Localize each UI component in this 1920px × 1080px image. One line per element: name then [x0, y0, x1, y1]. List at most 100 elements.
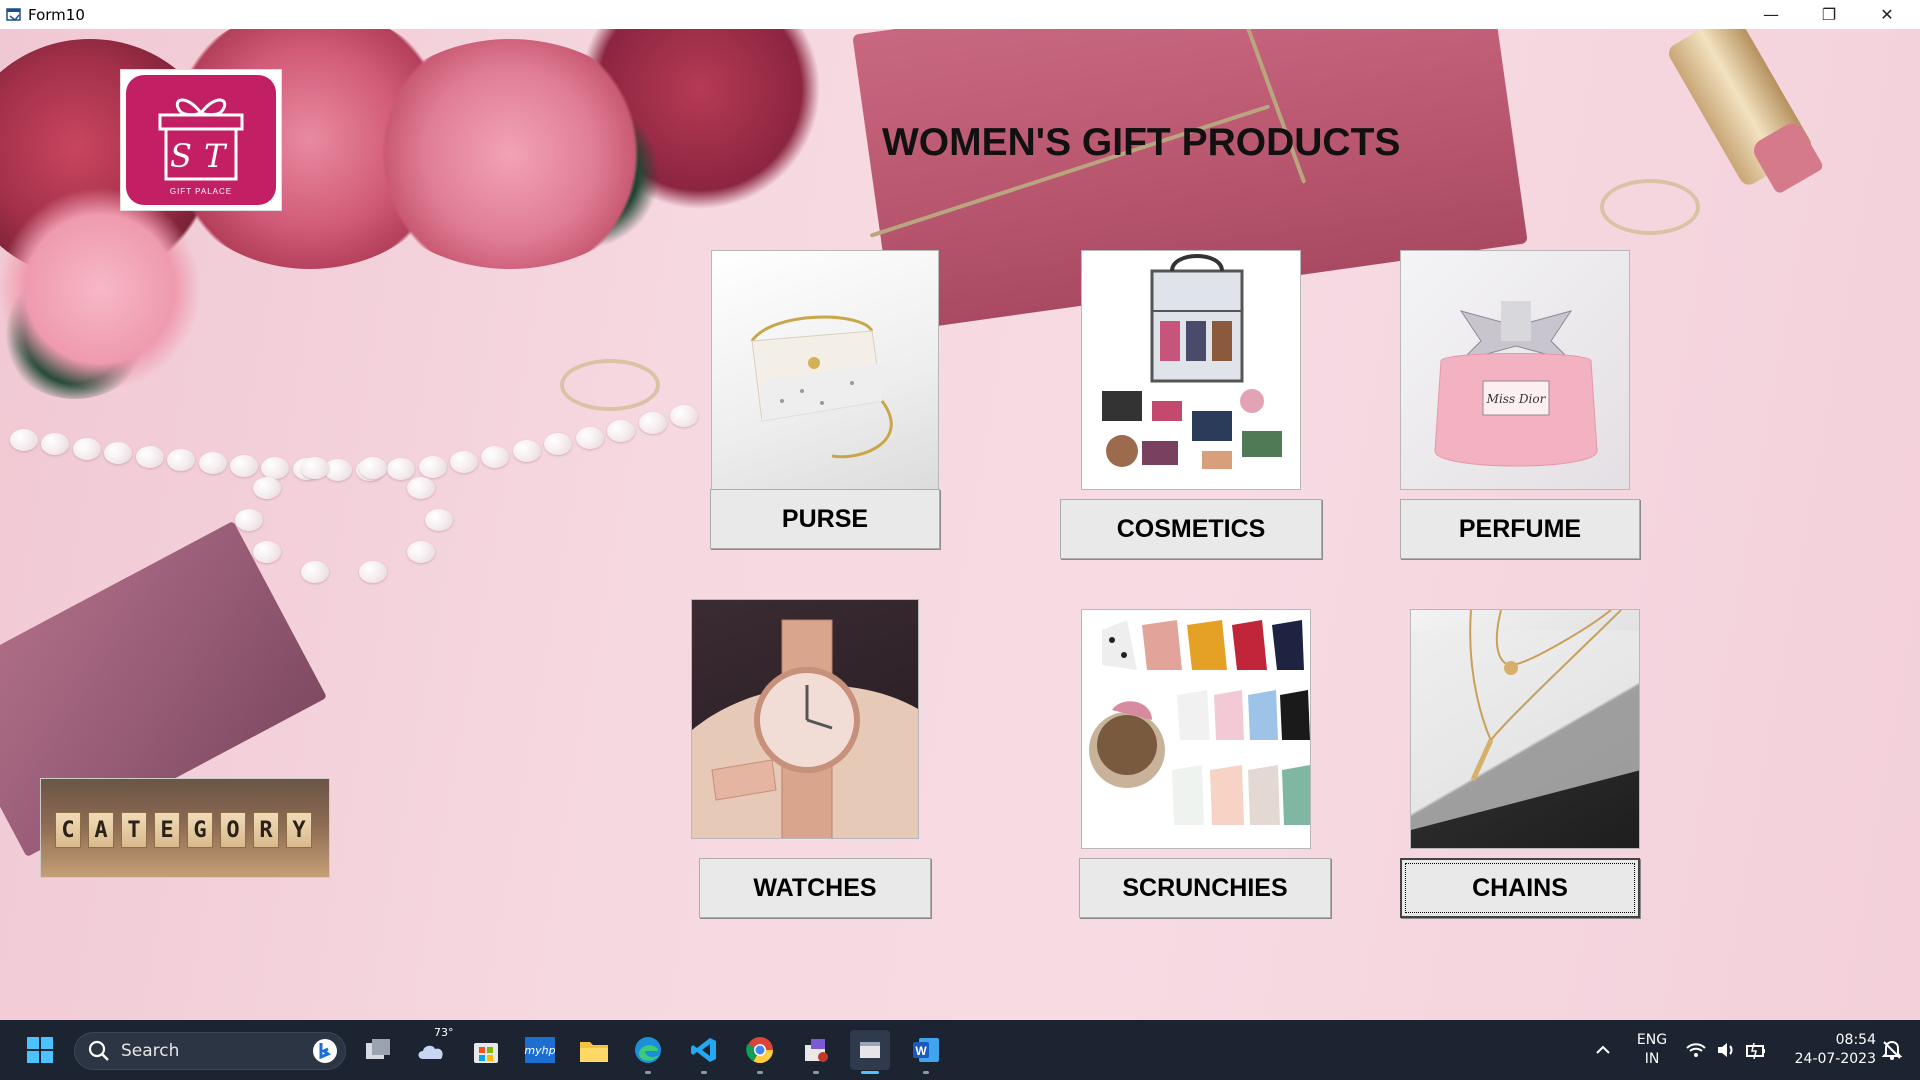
myhp-button[interactable]: myhp: [520, 1030, 560, 1070]
pearl-decoration: [359, 561, 388, 584]
category-letter-block: G: [187, 812, 213, 848]
start-button[interactable]: [20, 1030, 60, 1070]
logo-brand-text: GIFT PALACE: [169, 186, 233, 196]
restore-icon: ❐: [1821, 5, 1837, 24]
vscode-icon: [691, 1038, 716, 1062]
running-indicator: [701, 1071, 707, 1074]
network-sound-battery-group[interactable]: [1676, 1030, 1776, 1070]
file-explorer-icon: [580, 1042, 608, 1062]
taskbar: Search 73° myhp W ENG IN 08:54 24-07-202…: [0, 1020, 1920, 1080]
pearl-decoration: [387, 458, 416, 481]
pearl-decoration: [300, 456, 329, 479]
clock-time: 08:54: [1835, 1032, 1876, 1048]
pearl-decoration: [10, 429, 38, 451]
vscode-button[interactable]: [684, 1030, 724, 1074]
running-indicator: [923, 1071, 929, 1074]
file-explorer-button[interactable]: [574, 1030, 614, 1070]
taskbar-search-box[interactable]: Search: [74, 1032, 346, 1070]
chrome-icon: [746, 1037, 774, 1064]
watch-image[interactable]: [691, 599, 919, 839]
pearl-decoration: [425, 509, 453, 531]
pearl-decoration: [544, 433, 573, 456]
cosmetics-image[interactable]: [1081, 250, 1301, 490]
cosmetics-button[interactable]: COSMETICS: [1060, 499, 1322, 559]
clock[interactable]: 08:54 24-07-2023: [1780, 1031, 1876, 1069]
store-button[interactable]: [466, 1030, 506, 1070]
active-form-app-icon: [860, 1042, 880, 1058]
pearl-decoration: [450, 450, 478, 473]
pearl-decoration: [406, 476, 435, 499]
show-hidden-icons-button[interactable]: [1583, 1030, 1623, 1070]
watches-button[interactable]: WATCHES: [699, 858, 931, 918]
myhp-icon: myhp: [524, 1037, 556, 1063]
minimize-icon: —: [1763, 5, 1779, 24]
visual-studio-app-icon: [805, 1039, 828, 1062]
purse-button-label: PURSE: [781, 504, 869, 533]
category-letter-block: C: [55, 812, 81, 848]
word-button[interactable]: W: [906, 1030, 946, 1074]
gift-box-icon: S T: [158, 98, 244, 180]
pearl-decoration: [230, 454, 258, 477]
pearl-decoration: [261, 456, 290, 479]
category-letter-block: O: [220, 812, 246, 848]
notification-bell-icon: [1881, 1040, 1903, 1060]
pearl-decoration: [235, 509, 263, 531]
weather-widget[interactable]: 73°: [412, 1026, 454, 1070]
search-placeholder: Search: [121, 1041, 180, 1061]
pearl-decoration: [253, 476, 282, 499]
scrunchies-image[interactable]: [1081, 609, 1311, 849]
battery-icon: [1746, 1042, 1765, 1060]
pearl-decoration: [300, 561, 329, 584]
edge-icon: [635, 1037, 661, 1063]
scrunchies-button[interactable]: SCRUNCHIES: [1079, 858, 1331, 918]
category-letter-block: A: [88, 812, 114, 848]
window-title: Form10: [28, 5, 85, 24]
pearl-decoration: [359, 456, 388, 479]
window-titlebar: Form10 — ❐ ✕: [0, 0, 1920, 29]
chains-button-label: CHAINS: [1472, 873, 1568, 902]
active-form-app-button[interactable]: [850, 1030, 890, 1074]
svg-text:T: T: [204, 137, 228, 175]
store-icon: [474, 1043, 498, 1063]
pearl-decoration: [418, 455, 447, 478]
perfume-image[interactable]: Miss Dior: [1400, 250, 1630, 490]
perfume-bottle-label: Miss Dior: [1486, 392, 1547, 406]
edge-button[interactable]: [628, 1030, 668, 1074]
weather-temperature: 73°: [434, 1026, 454, 1039]
chains-button[interactable]: CHAINS: [1400, 858, 1640, 918]
category-letter-block: T: [121, 812, 147, 848]
restore-button[interactable]: ❐: [1800, 0, 1858, 29]
language-indicator[interactable]: ENG IN: [1630, 1031, 1674, 1069]
close-icon: ✕: [1880, 5, 1894, 24]
ring-decoration: [1600, 179, 1700, 235]
ring-decoration: [560, 359, 660, 411]
task-view-icon: [366, 1039, 390, 1059]
purse-image[interactable]: [711, 250, 939, 490]
pearl-decoration: [135, 445, 164, 468]
pearl-decoration: [512, 439, 541, 462]
chrome-button[interactable]: [740, 1030, 780, 1074]
pearl-decoration: [104, 442, 133, 465]
pearl-decoration: [198, 452, 227, 475]
word-icon: W: [913, 1038, 939, 1062]
clock-date: 24-07-2023: [1794, 1051, 1876, 1067]
scrunchies-button-label: SCRUNCHIES: [1122, 873, 1288, 902]
task-view-button[interactable]: [358, 1030, 398, 1070]
pearl-decoration: [575, 426, 604, 449]
minimize-button[interactable]: —: [1742, 0, 1800, 29]
close-button[interactable]: ✕: [1858, 0, 1916, 29]
region-code: IN: [1644, 1051, 1660, 1067]
pearl-decoration: [607, 419, 636, 442]
visual-studio-app-button[interactable]: [796, 1030, 836, 1074]
wifi-icon: [1686, 1043, 1706, 1057]
running-indicator: [757, 1071, 763, 1074]
perfume-button[interactable]: PERFUME: [1400, 499, 1640, 559]
running-indicator: [813, 1071, 819, 1074]
purse-button[interactable]: PURSE: [710, 489, 940, 549]
chain-image[interactable]: [1410, 609, 1640, 849]
form-app-icon: [6, 7, 21, 21]
svg-text:W: W: [915, 1044, 927, 1058]
search-icon: [88, 1040, 109, 1061]
bing-icon[interactable]: [311, 1037, 339, 1065]
notification-center-button[interactable]: [1874, 1030, 1910, 1070]
